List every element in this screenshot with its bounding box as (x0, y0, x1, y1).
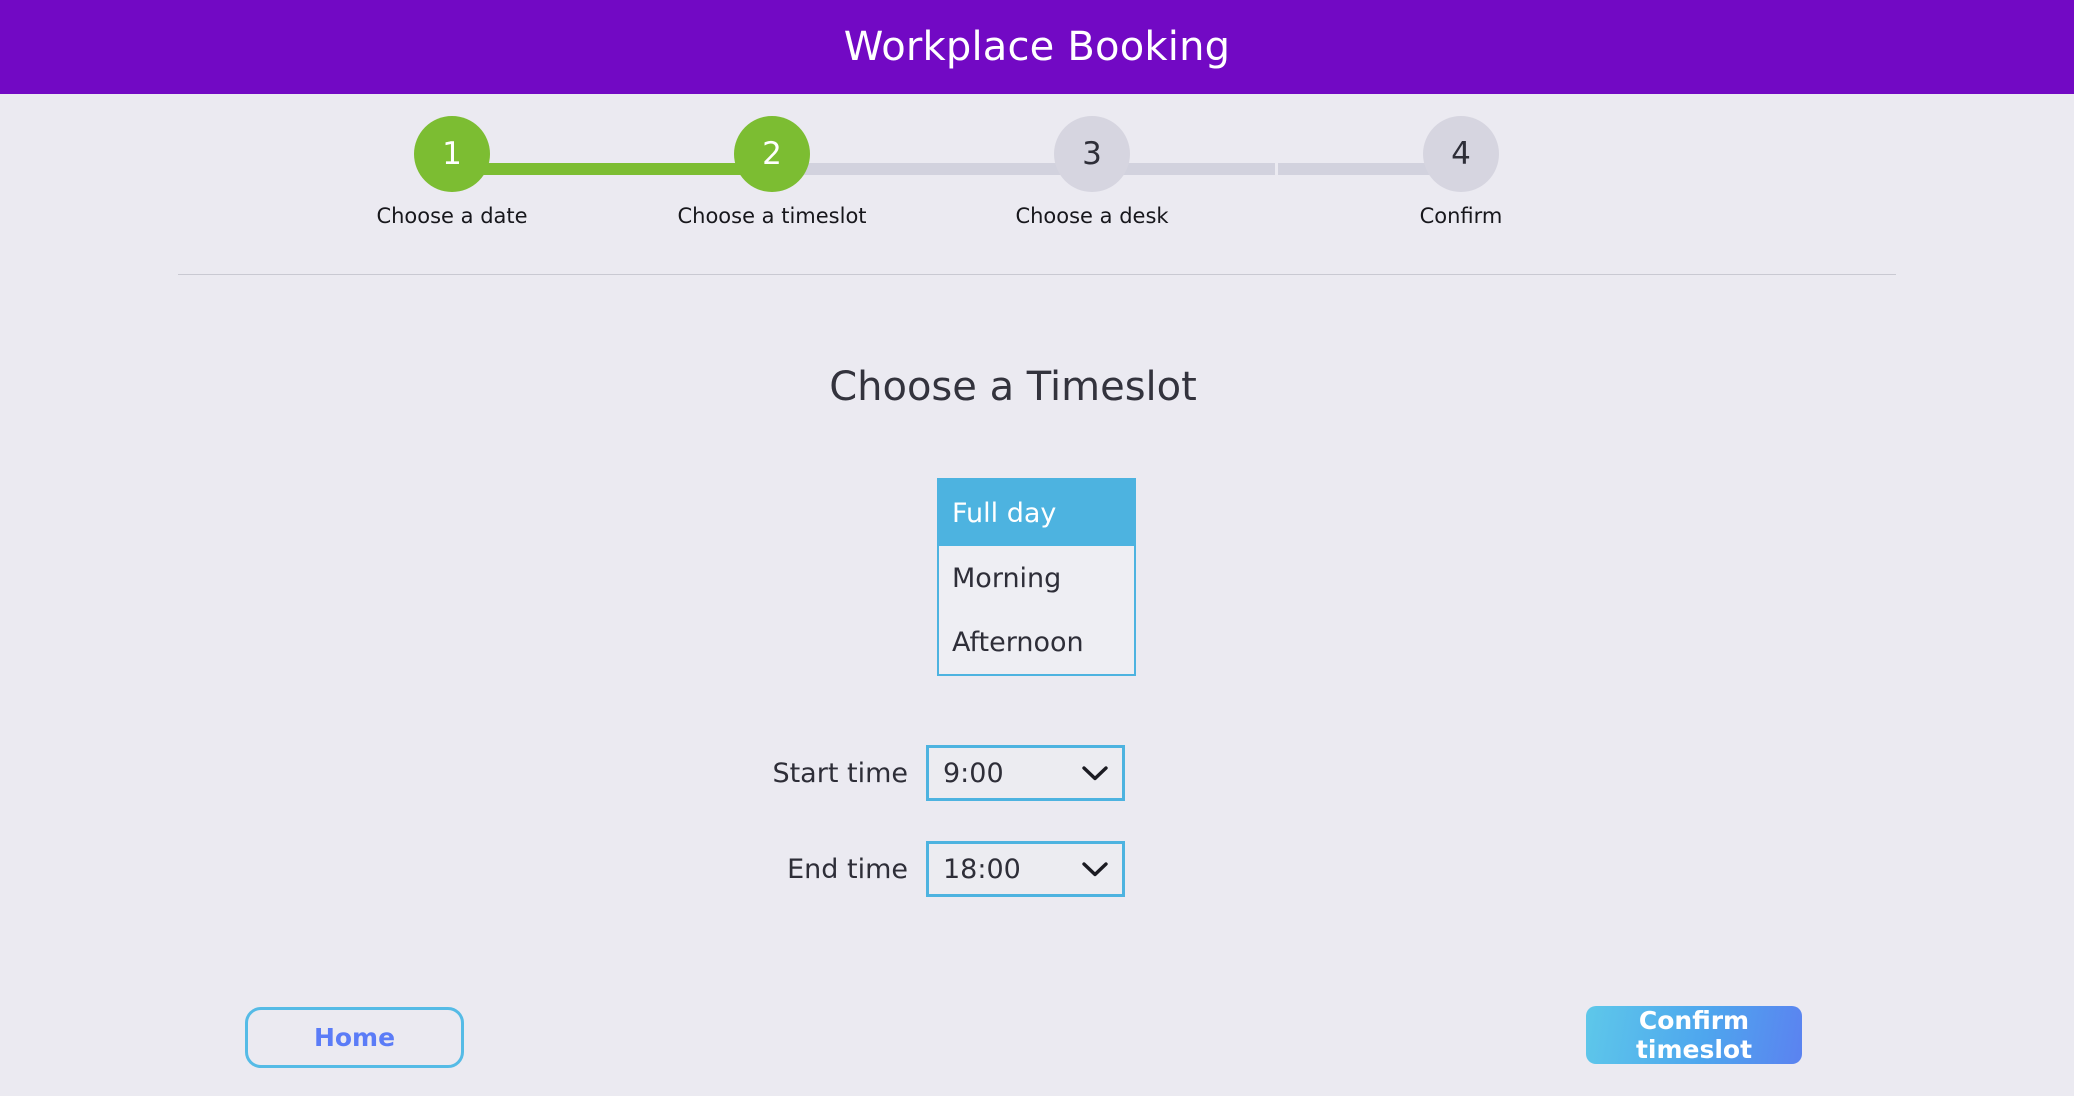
end-time-field-row: End time 18:00 (640, 841, 1125, 897)
timeslot-option-afternoon[interactable]: Afternoon (939, 610, 1134, 674)
stepper-step-choose-a-timeslot[interactable]: 2 Choose a timeslot (677, 116, 867, 228)
app-header: Workplace Booking (0, 0, 2074, 94)
page-title: Choose a Timeslot (0, 364, 2074, 410)
timeslot-option-morning[interactable]: Morning (939, 546, 1134, 610)
timeslot-option-label: Full day (952, 497, 1057, 529)
end-time-label: End time (787, 853, 908, 885)
end-time-value: 18:00 (943, 853, 1021, 885)
confirm-timeslot-button[interactable]: Confirm timeslot (1586, 1006, 1802, 1064)
step-label-1: Choose a date (376, 204, 528, 228)
stepper-step-choose-a-desk[interactable]: 3 Choose a desk (1015, 116, 1169, 228)
stepper-step-confirm[interactable]: 4 Confirm (1420, 116, 1502, 228)
start-time-field-row: Start time 9:00 (640, 745, 1125, 801)
step-circle-4[interactable]: 4 (1423, 116, 1499, 192)
step-number-1: 1 (442, 135, 462, 172)
stepper-step-choose-a-date[interactable]: 1 Choose a date (376, 116, 528, 228)
home-button[interactable]: Home (245, 1007, 464, 1068)
step-circle-1[interactable]: 1 (414, 116, 490, 192)
step-number-2: 2 (762, 135, 782, 172)
start-time-select[interactable]: 9:00 (926, 745, 1125, 801)
stepper-connector-2-3 (772, 163, 1092, 175)
timeslot-option-label: Afternoon (952, 626, 1084, 658)
step-label-3: Choose a desk (1015, 204, 1169, 228)
chevron-down-icon (1082, 861, 1108, 877)
timeslot-option-full-day[interactable]: Full day (939, 480, 1134, 546)
step-label-2: Choose a timeslot (677, 204, 867, 228)
step-number-3: 3 (1082, 135, 1102, 172)
progress-stepper: 1 Choose a date 2 Choose a timeslot 3 Ch… (376, 116, 1680, 256)
step-circle-3[interactable]: 3 (1054, 116, 1130, 192)
step-circle-2[interactable]: 2 (734, 116, 810, 192)
end-time-select[interactable]: 18:00 (926, 841, 1125, 897)
step-label-4: Confirm (1419, 204, 1503, 228)
step-number-4: 4 (1451, 135, 1471, 172)
start-time-label: Start time (772, 757, 908, 789)
start-time-value: 9:00 (943, 757, 1004, 789)
stepper-connector-1-2 (452, 163, 772, 175)
timeslot-listbox[interactable]: Full day Morning Afternoon (937, 478, 1136, 676)
page-title-text: Choose a Timeslot (829, 364, 1197, 410)
timeslot-option-label: Morning (952, 562, 1062, 594)
app-title: Workplace Booking (843, 24, 1231, 70)
section-divider (178, 274, 1896, 275)
stepper-section: 1 Choose a date 2 Choose a timeslot 3 Ch… (0, 94, 2074, 274)
chevron-down-icon (1082, 765, 1108, 781)
